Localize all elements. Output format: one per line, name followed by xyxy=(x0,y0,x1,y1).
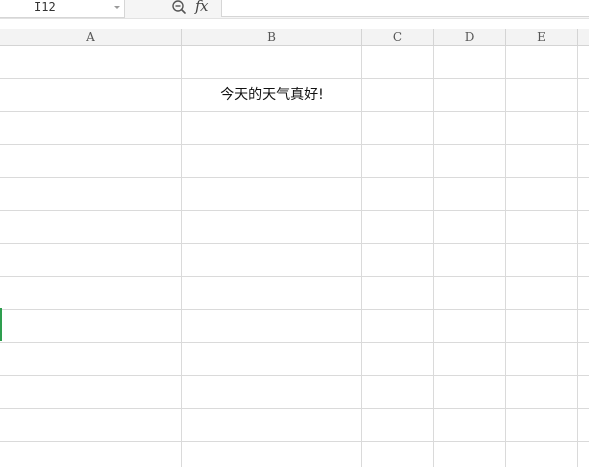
cell-grid[interactable]: 今天的天气真好! xyxy=(0,46,589,467)
gridline-horizontal xyxy=(0,342,589,343)
spreadsheet-window: I12 fx A B C D E 今天的天气真好! xyxy=(0,0,589,467)
gridline-horizontal xyxy=(0,441,589,442)
active-row-marker xyxy=(0,308,2,341)
column-header-d[interactable]: D xyxy=(434,29,506,45)
column-header-row: A B C D E xyxy=(0,29,589,46)
column-header-e[interactable]: E xyxy=(506,29,578,45)
zoom-out-icon[interactable] xyxy=(171,0,187,15)
gridline-horizontal xyxy=(0,210,589,211)
column-header-a[interactable]: A xyxy=(0,29,182,45)
gridline-horizontal xyxy=(0,408,589,409)
chevron-down-icon[interactable] xyxy=(114,6,120,9)
gridline-horizontal xyxy=(0,375,589,376)
worksheet: A B C D E 今天的天气真好! xyxy=(0,29,589,467)
gridline-horizontal xyxy=(0,243,589,244)
name-box[interactable]: I12 xyxy=(0,0,125,18)
gridline-horizontal xyxy=(0,177,589,178)
column-header-b[interactable]: B xyxy=(182,29,362,45)
gridline-vertical xyxy=(577,46,578,467)
column-header-c[interactable]: C xyxy=(362,29,434,45)
name-box-value: I12 xyxy=(34,0,56,14)
formula-input[interactable] xyxy=(221,0,589,17)
gridline-horizontal xyxy=(0,144,589,145)
gridline-vertical xyxy=(505,46,506,467)
formula-bar: I12 fx xyxy=(0,0,589,19)
gridline-horizontal xyxy=(0,309,589,310)
column-header-partial[interactable] xyxy=(578,29,589,45)
gridline-vertical xyxy=(433,46,434,467)
fx-icon[interactable]: fx xyxy=(195,0,209,15)
cell-b2[interactable]: 今天的天气真好! xyxy=(182,79,362,112)
gridline-horizontal xyxy=(0,276,589,277)
